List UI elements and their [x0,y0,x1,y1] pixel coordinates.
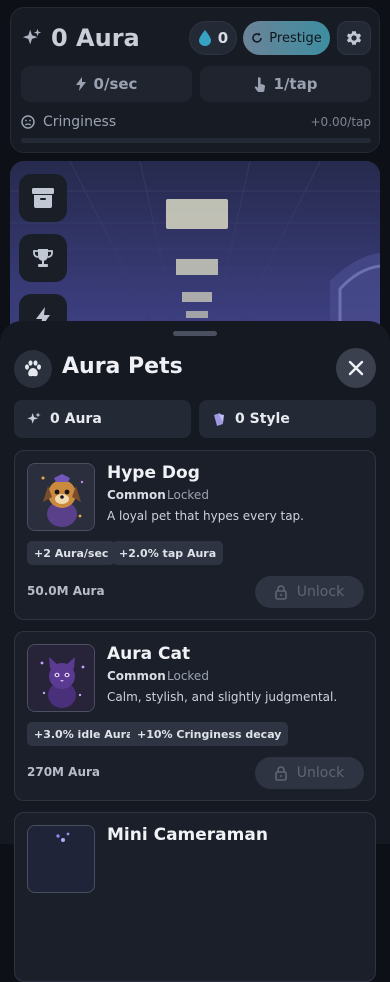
pet-image [27,825,95,893]
gear-icon [346,31,362,45]
archive-box-icon [32,188,54,208]
pet-bonus-chip: +3.0% idle Aura [27,722,141,746]
paw-icon [25,360,41,377]
pets-sheet: Aura Pets 0 Aura 0 Style Hype Dog Common… [0,321,390,982]
pet-price: 50.0M Aura [27,584,105,598]
cringiness-value: +0.00/tap [310,115,372,129]
unlock-button[interactable]: Unlock [255,576,364,608]
close-icon [348,360,364,376]
pets-icon-badge [14,350,52,388]
pet-card: Hype Dog Common Locked A loyal pet that … [14,450,376,620]
pet-bonus-chip: +2.0% tap Aura [112,541,224,565]
gem-cards-icon [214,413,224,426]
lock-icon [274,765,287,781]
unlock-button[interactable]: Unlock [255,757,364,789]
aura-cat-icon [28,645,94,711]
lock-icon [274,584,287,600]
cringiness-row: Cringiness +0.00/tap [21,112,371,132]
sad-face-icon [21,115,35,129]
cringiness-label: Cringiness [43,114,117,130]
pet-card: Mini Cameraman [14,812,376,982]
game-scene[interactable] [10,161,380,341]
hype-dog-icon [28,464,94,530]
per-tap-value: 1/tap [273,75,318,93]
sparkle-icon [27,412,41,424]
mini-cameraman-icon [28,826,94,892]
pet-name: Mini Cameraman [107,825,268,845]
pet-description: A loyal pet that hypes every tap. [107,509,304,523]
cringiness-bar [21,138,371,143]
prestige-label: Prestige [269,30,322,46]
pet-rarity: Common [107,488,166,502]
aura-balance-value: 0 Aura [50,411,102,427]
aura-balance: 0 Aura [21,20,140,56]
pet-name: Hype Dog [107,463,200,483]
unlock-label: Unlock [296,584,345,600]
close-button[interactable] [336,348,376,388]
sparkle-icon [22,28,42,45]
prestige-button[interactable]: Prestige [243,21,330,55]
drops-value: 0 [217,29,229,47]
sheet-drag-handle[interactable] [173,331,217,336]
pet-description: Calm, stylish, and slightly judgmental. [107,690,338,704]
pet-name: Aura Cat [107,644,191,664]
aura-amount: 0 Aura [51,24,140,52]
pet-image [27,463,95,531]
refresh-icon [252,32,263,43]
style-balance-box: 0 Style [199,400,376,438]
drops-counter[interactable]: 0 [189,21,237,55]
aura-balance-box: 0 Aura [14,400,191,438]
pet-status: Locked [167,488,209,502]
pet-rarity: Common [107,669,166,683]
pet-card: Aura Cat Common Locked Calm, stylish, an… [14,631,376,801]
style-balance-value: 0 Style [235,411,290,427]
per-sec-value: 0/sec [93,75,138,93]
pet-bonus-chip: +2 Aura/sec [27,541,116,565]
inventory-button[interactable] [19,174,67,222]
pet-image [27,644,95,712]
aura-per-sec: 0/sec [21,66,192,102]
trophy-icon [33,249,53,267]
pet-bonus-chip: +10% Cringiness decay [130,722,289,746]
pet-price: 270M Aura [27,765,101,779]
settings-button[interactable] [337,21,371,55]
top-hud: 0 Aura 0 Prestige 0/sec 1/tap Cringiness… [10,7,380,153]
lightning-icon [75,77,86,91]
pet-status: Locked [167,669,209,683]
unlock-label: Unlock [296,765,345,781]
tap-hand-icon [254,76,265,92]
droplet-icon [198,30,211,46]
sheet-title: Aura Pets [62,354,183,379]
aura-per-tap: 1/tap [200,66,371,102]
leaderboard-button[interactable] [19,234,67,282]
